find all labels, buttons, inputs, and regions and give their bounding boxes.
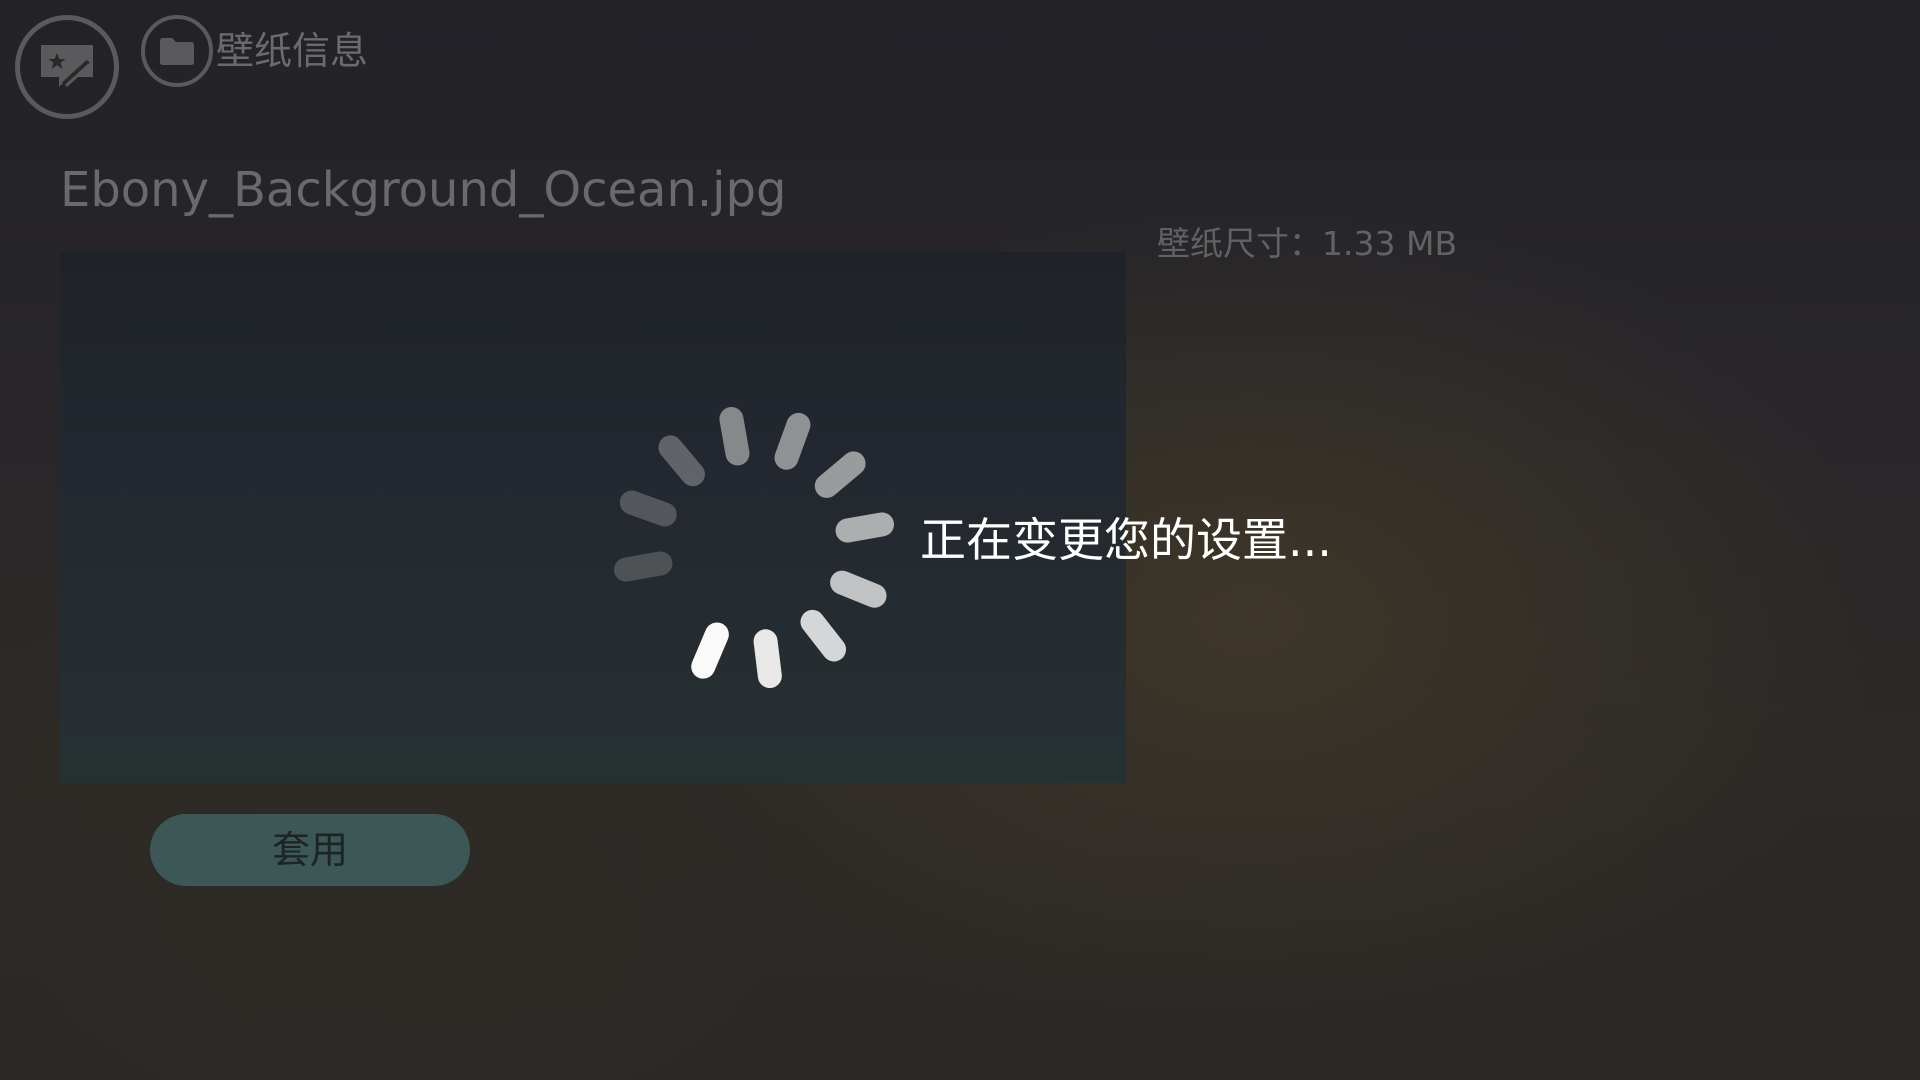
wallpaper-badge-icon[interactable]	[15, 15, 119, 119]
folder-icon[interactable]	[141, 15, 213, 87]
page-title: 壁纸信息	[216, 29, 369, 73]
apply-button[interactable]: 套用	[150, 814, 470, 886]
loading-spinner-icon	[613, 406, 895, 689]
loading-status-text: 正在变更您的设置...	[920, 513, 1332, 567]
wallpaper-file-name: Ebony_Background_Ocean.jpg	[60, 162, 787, 218]
wallpaper-file-size: 壁纸尺寸：1.33 MB	[1157, 224, 1458, 263]
